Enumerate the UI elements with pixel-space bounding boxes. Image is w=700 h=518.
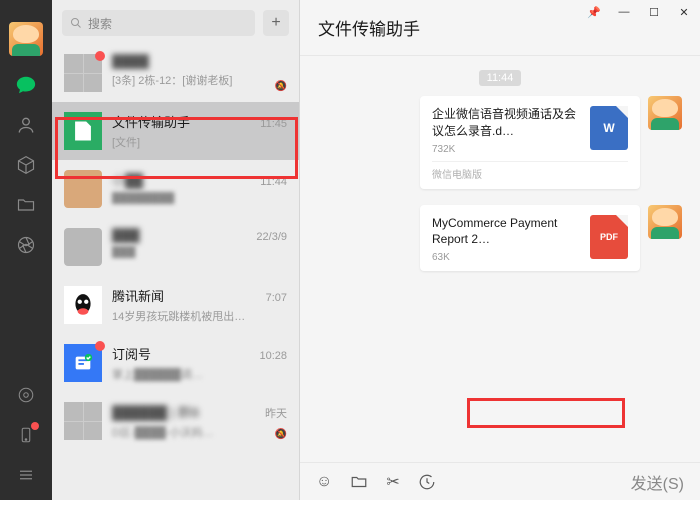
chat-name: ██████ | 群B bbox=[112, 402, 200, 421]
send-button[interactable]: 发送(S) bbox=[631, 470, 684, 494]
chat-item[interactable]: ████ [3条] 2栋-12：[谢谢老板]🔕 bbox=[52, 44, 299, 102]
file-source: 微信电脑版 bbox=[432, 161, 628, 181]
maximize-icon[interactable]: ☐ bbox=[646, 6, 662, 19]
chat-name: 腾讯新闻 bbox=[112, 286, 164, 305]
word-file-icon: W bbox=[590, 106, 628, 150]
nav-folder-icon[interactable] bbox=[15, 194, 37, 216]
nav-rail bbox=[0, 0, 52, 500]
message-area: 11:44 企业微信语音视频通话及会议怎么录音.d… 732K W 微信电脑版 MyCo… bbox=[300, 56, 700, 462]
message-row: MyCommerce Payment Report 2… 63K PDF bbox=[318, 205, 682, 272]
chat-time: 7:07 bbox=[266, 292, 287, 304]
nav-miniapp-icon[interactable] bbox=[15, 384, 37, 406]
mute-icon: 🔕 bbox=[275, 429, 287, 440]
chat-item[interactable]: 文件传输助手 11:45 [文件] bbox=[52, 102, 299, 160]
chat-time: 22/3/9 bbox=[256, 231, 287, 243]
file-title: MyCommerce Payment Report 2… bbox=[432, 215, 580, 249]
search-input[interactable]: 搜索 bbox=[62, 10, 255, 36]
chat-preview: 掌上██████调… bbox=[112, 366, 287, 382]
chat-name: 文件传输助手 bbox=[112, 112, 190, 131]
nav-aperture-icon[interactable] bbox=[15, 234, 37, 256]
cut-icon[interactable]: ✂ bbox=[386, 472, 399, 492]
chat-list-panel: 搜索 + ████[3条] 2栋-12：[谢谢老板]🔕文件传输助手11:45[文… bbox=[52, 0, 300, 500]
nav-phone-icon[interactable] bbox=[15, 424, 37, 446]
nav-menu-icon[interactable] bbox=[15, 464, 37, 486]
page-title: 文件传输助手 bbox=[318, 15, 420, 40]
chat-item[interactable]: ███ 22/3/9 ███ bbox=[52, 218, 299, 276]
chat-time: 昨天 bbox=[265, 405, 287, 421]
chat-history-icon[interactable] bbox=[418, 473, 436, 491]
nav-chat-icon[interactable] bbox=[15, 74, 37, 96]
chat-preview: D区-████-小沃妈… bbox=[112, 424, 287, 440]
user-avatar[interactable] bbox=[9, 22, 43, 56]
pdf-file-icon: PDF bbox=[590, 215, 628, 259]
time-label: 11:44 bbox=[479, 70, 522, 86]
chat-name: ███ bbox=[112, 228, 140, 243]
main-panel: 📌 — ☐ ✕ 文件传输助手 11:44 企业微信语音视频通话及会议怎么录音.d… bbox=[300, 0, 700, 500]
search-placeholder: 搜索 bbox=[88, 15, 112, 32]
chat-item[interactable]: 小██ 11:44 ████████ bbox=[52, 160, 299, 218]
chat-name: ████ bbox=[112, 54, 149, 69]
chat-preview: [3条] 2栋-12：[谢谢老板] bbox=[112, 72, 287, 88]
chat-time: 10:28 bbox=[259, 350, 287, 362]
chat-preview: 14岁男孩玩跳楼机被甩出… bbox=[112, 308, 287, 324]
add-button[interactable]: + bbox=[263, 10, 289, 36]
file-card[interactable]: 企业微信语音视频通话及会议怎么录音.d… 732K W 微信电脑版 bbox=[420, 96, 640, 189]
close-icon[interactable]: ✕ bbox=[676, 6, 692, 19]
file-title: 企业微信语音视频通话及会议怎么录音.d… bbox=[432, 106, 580, 140]
chat-preview: ████████ bbox=[112, 192, 287, 204]
chat-time: 11:45 bbox=[260, 118, 287, 130]
chat-name: 小██ bbox=[112, 170, 143, 189]
chat-time: 11:44 bbox=[260, 176, 287, 188]
chat-preview: [文件] bbox=[112, 134, 287, 150]
chat-name: 订阅号 bbox=[112, 344, 151, 363]
mute-icon: 🔕 bbox=[275, 81, 287, 92]
nav-contacts-icon[interactable] bbox=[15, 114, 37, 136]
file-size: 63K bbox=[432, 252, 580, 263]
attach-folder-icon[interactable] bbox=[350, 473, 368, 491]
message-avatar[interactable] bbox=[648, 96, 682, 130]
minimize-icon[interactable]: — bbox=[616, 6, 632, 19]
chat-preview: ███ bbox=[112, 246, 287, 258]
chat-item[interactable]: ██████ | 群B 昨天 D区-████-小沃妈…🔕 bbox=[52, 392, 299, 450]
file-size: 732K bbox=[432, 144, 580, 155]
chat-item[interactable]: 腾讯新闻 7:07 14岁男孩玩跳楼机被甩出… bbox=[52, 276, 299, 334]
message-avatar[interactable] bbox=[648, 205, 682, 239]
nav-box-icon[interactable] bbox=[15, 154, 37, 176]
window-controls: 📌 — ☐ ✕ bbox=[586, 6, 692, 19]
emoji-icon[interactable]: ☺ bbox=[316, 473, 332, 491]
file-card[interactable]: MyCommerce Payment Report 2… 63K PDF bbox=[420, 205, 640, 272]
input-toolbar: ☺ ✂ 发送(S) bbox=[300, 462, 700, 500]
chat-item[interactable]: 订阅号 10:28 掌上██████调… bbox=[52, 334, 299, 392]
pin-icon[interactable]: 📌 bbox=[586, 6, 602, 19]
message-row: 企业微信语音视频通话及会议怎么录音.d… 732K W 微信电脑版 bbox=[318, 96, 682, 189]
